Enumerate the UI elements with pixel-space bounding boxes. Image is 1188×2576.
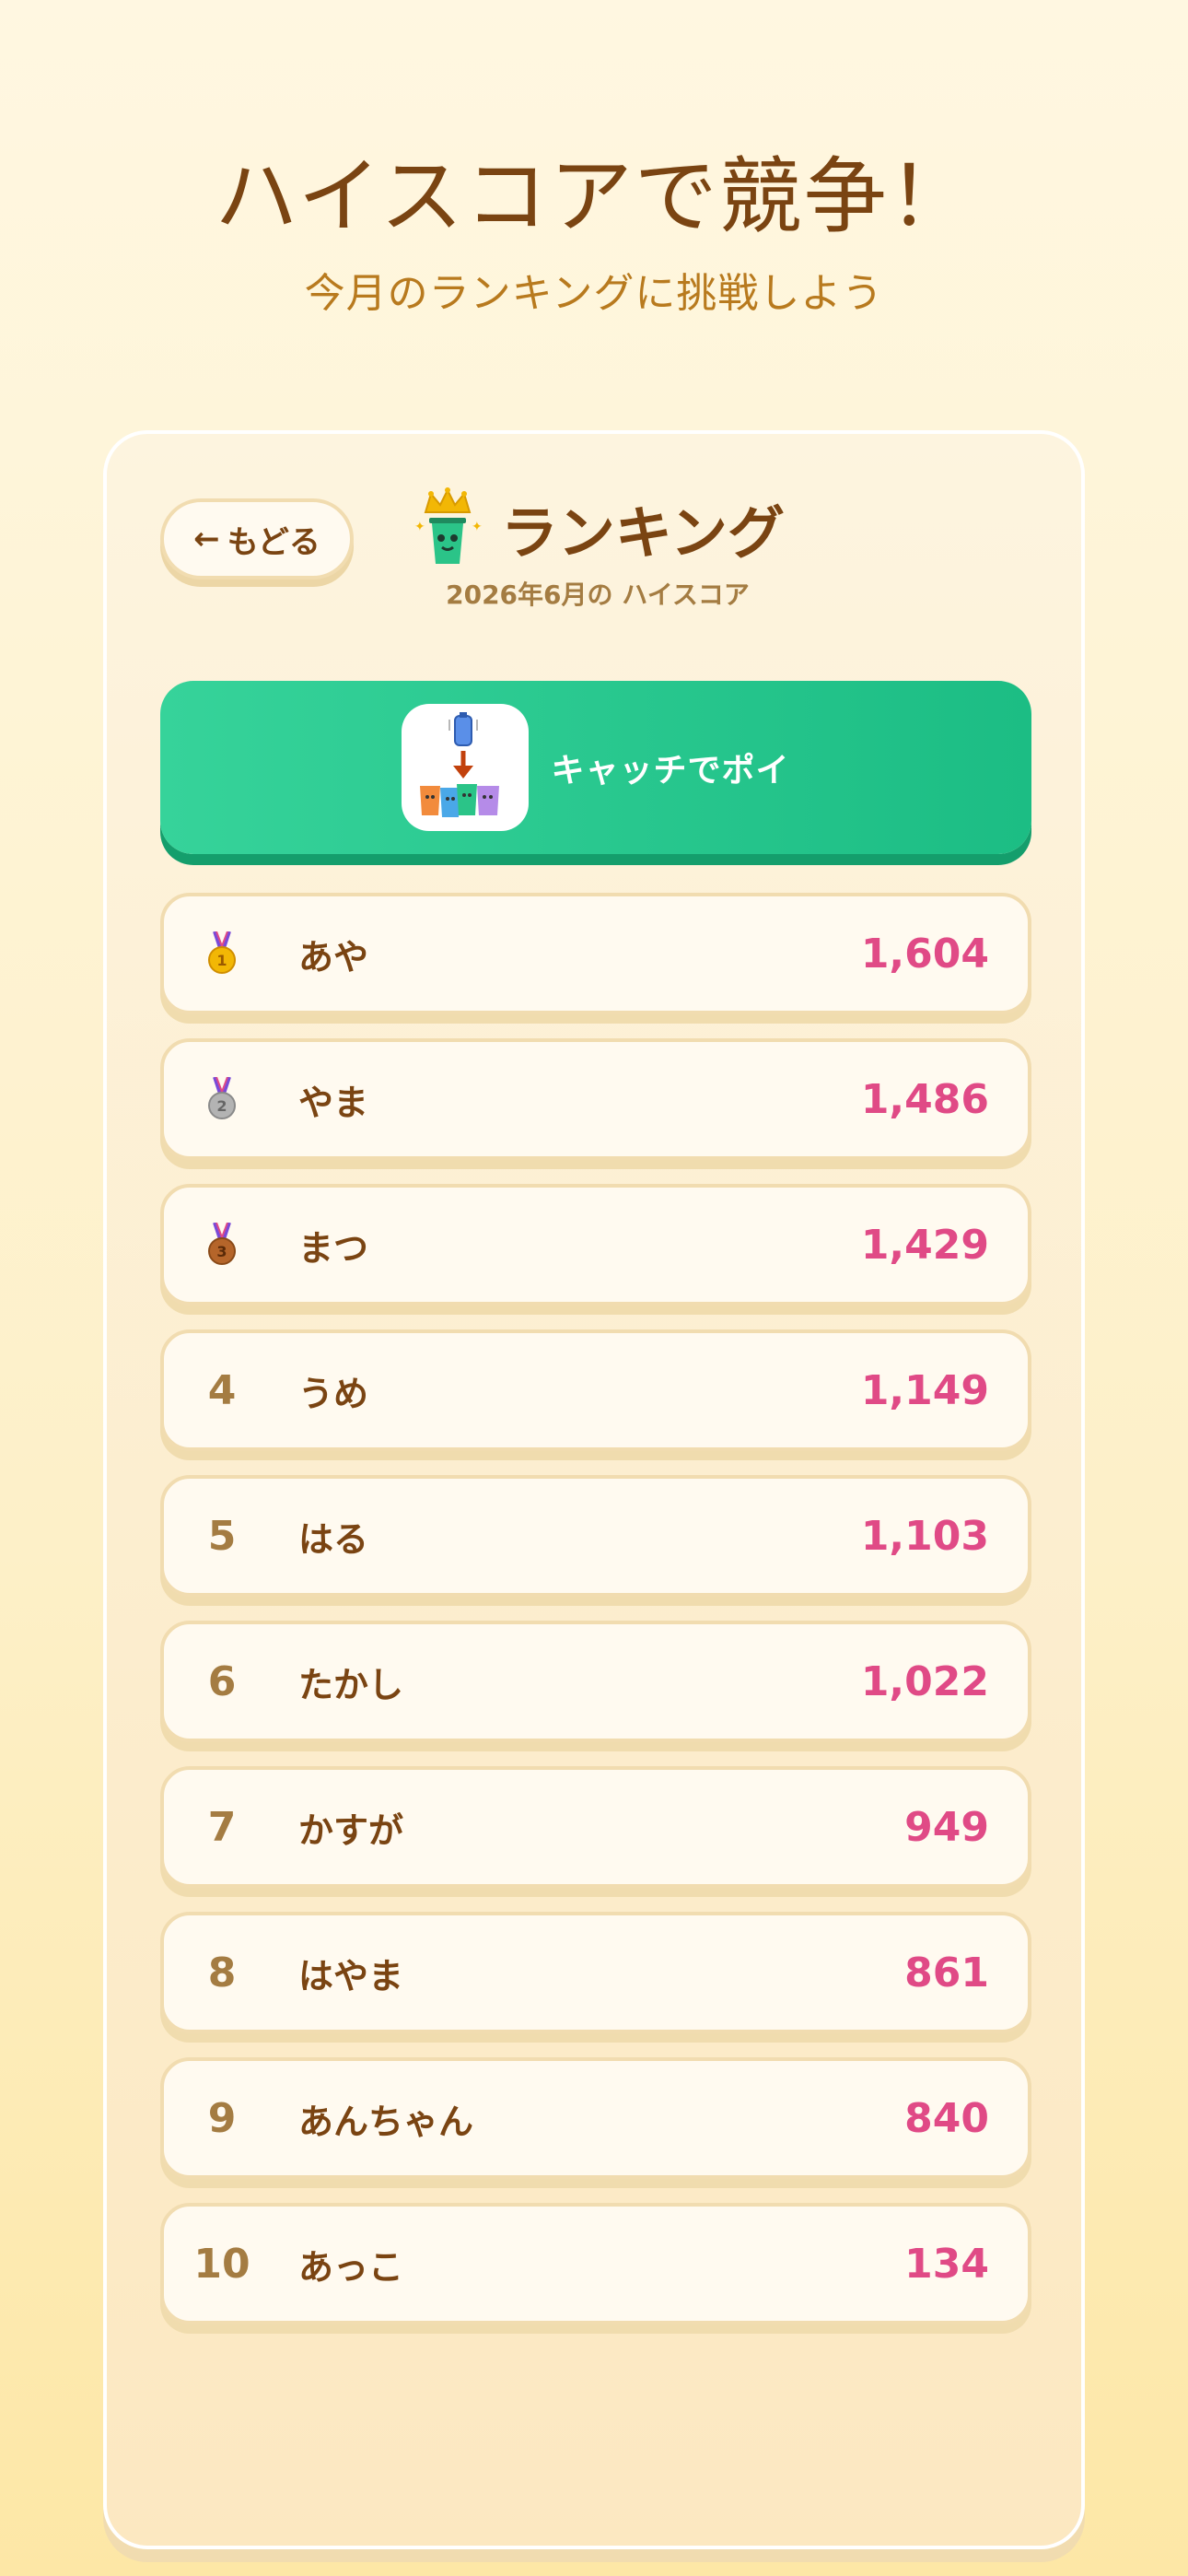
svg-text:2: 2 [216,1097,227,1115]
player-score: 1,486 [860,1075,989,1123]
ranking-row: 8 はやま 861 [160,1912,1031,2033]
silver-medal-icon: 2 [181,1042,263,1156]
ranking-row: 6 たかし 1,022 [160,1621,1031,1742]
rank-number: 10 [193,2240,250,2288]
gold-medal-icon: 1 [181,896,263,1011]
player-score: 134 [904,2240,989,2288]
player-score: 1,149 [860,1366,989,1414]
ranking-row: 3 まつ 1,429 [160,1184,1031,1306]
ranking-header: ✦ ✦ ランキング 2026年6月の ハイスコア [107,485,1089,612]
player-name: うめ [298,1373,369,1414]
ranking-period: 2026年6月の ハイスコア [446,580,750,610]
player-name: まつ [298,1227,369,1269]
player-name: はやま [298,1955,404,1996]
ranking-card: ← もどる ✦ ✦ ランキング 2026年6月の ハイスコア キャッチでポイ 1… [103,430,1085,2549]
player-name: たかし [298,1664,404,1705]
ranking-row: 4 うめ 1,149 [160,1329,1031,1451]
game-name: キャッチでポイ [551,752,790,790]
ranking-row: 10 あっこ 134 [160,2203,1031,2324]
svg-text:1: 1 [216,952,227,969]
rank-number: 5 [207,1512,237,1560]
page-subtitle: 今月のランキングに挑戦しよう [304,270,884,317]
svg-text:✦: ✦ [414,520,425,534]
player-score: 861 [904,1949,989,1996]
rank-number: 9 [207,2094,237,2142]
player-score: 1,022 [860,1657,989,1705]
player-name: かすが [298,1809,404,1851]
rank-number: 8 [207,1949,237,1996]
ranking-row: 9 あんちゃん 840 [160,2057,1031,2179]
ranking-row: 1 あや 1,604 [160,893,1031,1014]
ranking-row: 7 かすが 949 [160,1766,1031,1888]
player-score: 1,604 [860,930,989,978]
rank-number: 4 [207,1366,237,1414]
ranking-row: 5 はる 1,103 [160,1475,1031,1597]
ranking-row: 2 やま 1,486 [160,1038,1031,1160]
player-score: 1,429 [860,1221,989,1269]
player-name: あんちゃん [298,2101,474,2142]
game-selector[interactable]: キャッチでポイ [160,681,1031,854]
player-score: 840 [904,2094,989,2142]
catch-trash-game-icon [402,704,530,831]
player-name: あっこ [298,2246,404,2288]
player-name: あや [298,936,369,978]
ranking-title: ランキング [500,499,786,567]
rank-number: 6 [207,1657,237,1705]
svg-text:✦: ✦ [472,520,483,534]
player-score: 949 [904,1803,989,1851]
bronze-medal-icon: 3 [181,1188,263,1302]
player-name: やま [298,1082,369,1123]
player-score: 1,103 [860,1512,989,1560]
crowned-trash-can-mascot-icon: ✦ ✦ [411,485,484,571]
rank-number: 7 [207,1803,237,1851]
svg-text:3: 3 [216,1243,227,1260]
player-name: はる [298,1518,369,1560]
page-title: ハイスコアで競争！ [215,148,973,245]
